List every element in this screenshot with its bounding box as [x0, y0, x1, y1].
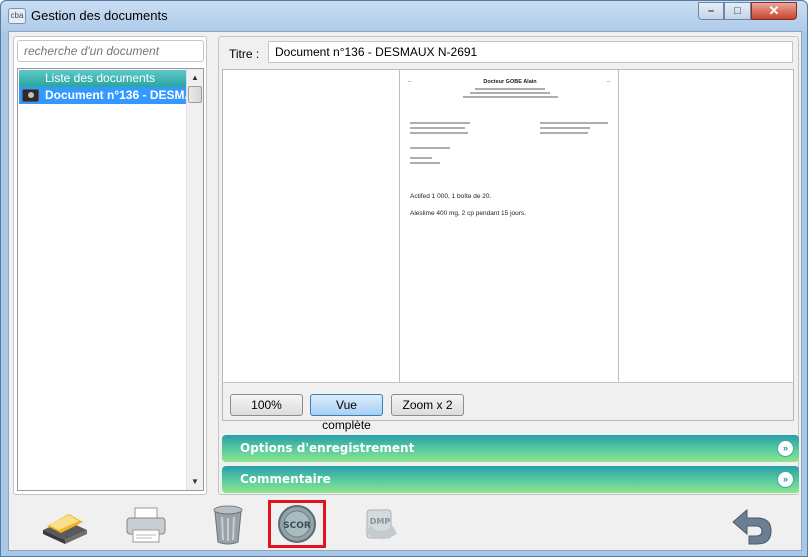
zoom-full-view-button[interactable]: Vue complète [310, 394, 383, 432]
address-line [410, 132, 468, 134]
expand-chevron-icon[interactable]: » [777, 471, 794, 488]
scroll-thumb[interactable] [188, 86, 202, 103]
bottom-toolbar: SCOR DMP [13, 496, 799, 550]
close-button[interactable]: ✕ [751, 2, 797, 20]
client-area: Liste des documents Document n°136 - DES… [8, 31, 802, 551]
scor-icon-label: SCOR [283, 521, 311, 531]
scan-button[interactable] [35, 500, 93, 548]
list-header: Liste des documents [19, 70, 186, 87]
page-mark: – [408, 79, 412, 85]
zoom-bar: 100% Vue complète Zoom x 2 [223, 382, 793, 432]
print-button[interactable] [117, 500, 175, 548]
dmp-icon: DMP [365, 509, 397, 540]
section-save-options-label: Options d'enregistrement [240, 441, 415, 455]
preview-page: – – Docteur GOBE Alain Actifed 1 000, 1 … [399, 70, 619, 382]
printer-icon [126, 507, 166, 543]
search-input[interactable] [17, 40, 204, 62]
dmp-button[interactable]: DMP [353, 500, 411, 548]
trash-icon [213, 505, 243, 545]
title-field[interactable] [268, 41, 793, 63]
section-comment-label: Commentaire [240, 472, 331, 486]
section-comment[interactable]: Commentaire » [222, 466, 799, 493]
address-line [410, 122, 470, 124]
camera-icon [22, 89, 39, 102]
return-icon [732, 508, 772, 545]
maximize-icon: □ [734, 5, 741, 17]
document-list-panel: Liste des documents Document n°136 - DES… [13, 36, 207, 495]
address-line [540, 127, 590, 129]
patient-line [410, 157, 432, 159]
scroll-up-icon[interactable]: ▲ [187, 69, 203, 86]
doctor-header: Docteur GOBE Alain [460, 79, 560, 98]
doctor-name: Docteur GOBE Alain [483, 79, 537, 85]
document-preview[interactable]: – – Docteur GOBE Alain Actifed 1 000, 1 … [222, 69, 794, 432]
app-icon: cba [8, 8, 26, 24]
maximize-button[interactable]: □ [724, 2, 751, 20]
list-item-label: Document n°136 - DESMAUX N-2691 [45, 88, 186, 102]
address-line [540, 132, 588, 134]
list-scrollbar[interactable]: ▲ ▼ [186, 69, 203, 490]
zoom-x2-button[interactable]: Zoom x 2 [391, 394, 464, 416]
page-mark: – [606, 79, 610, 85]
scor-icon: SCOR [278, 505, 316, 543]
window-title: Gestion des documents [31, 8, 168, 23]
section-save-options[interactable]: Options d'enregistrement » [222, 435, 799, 462]
list-item[interactable]: Document n°136 - DESMAUX N-2691 [19, 87, 186, 104]
header-line [470, 91, 550, 94]
dmp-icon-label: DMP [370, 517, 391, 526]
return-button[interactable] [723, 500, 781, 548]
title-bar[interactable]: cba Gestion des documents – □ ✕ [1, 1, 807, 31]
document-detail-panel: Titre : – – Docteur GOBE Alain [218, 36, 799, 495]
header-line [462, 95, 558, 98]
expand-chevron-icon[interactable]: » [777, 440, 794, 457]
title-label: Titre : [229, 47, 260, 61]
date-line [410, 147, 450, 149]
close-icon: ✕ [768, 3, 780, 18]
prescription-line: Aleslime 400 mg, 2 cp pendant 15 jours. [410, 210, 526, 217]
minimize-button[interactable]: – [698, 2, 724, 20]
address-line [540, 122, 608, 124]
header-line [475, 87, 545, 90]
minimize-icon: – [707, 5, 715, 17]
delete-button[interactable] [199, 500, 257, 548]
document-list[interactable]: Liste des documents Document n°136 - DES… [17, 68, 204, 491]
scor-button[interactable]: SCOR [268, 500, 326, 548]
scanner-icon [43, 514, 87, 544]
prescription-line: Actifed 1 000, 1 boîte de 20. [410, 193, 492, 200]
document-manager-window: cba Gestion des documents – □ ✕ Liste de… [0, 0, 808, 557]
scroll-down-icon[interactable]: ▼ [187, 473, 203, 490]
patient-line [410, 162, 440, 164]
zoom-100-button[interactable]: 100% [230, 394, 303, 416]
address-line [410, 127, 465, 129]
